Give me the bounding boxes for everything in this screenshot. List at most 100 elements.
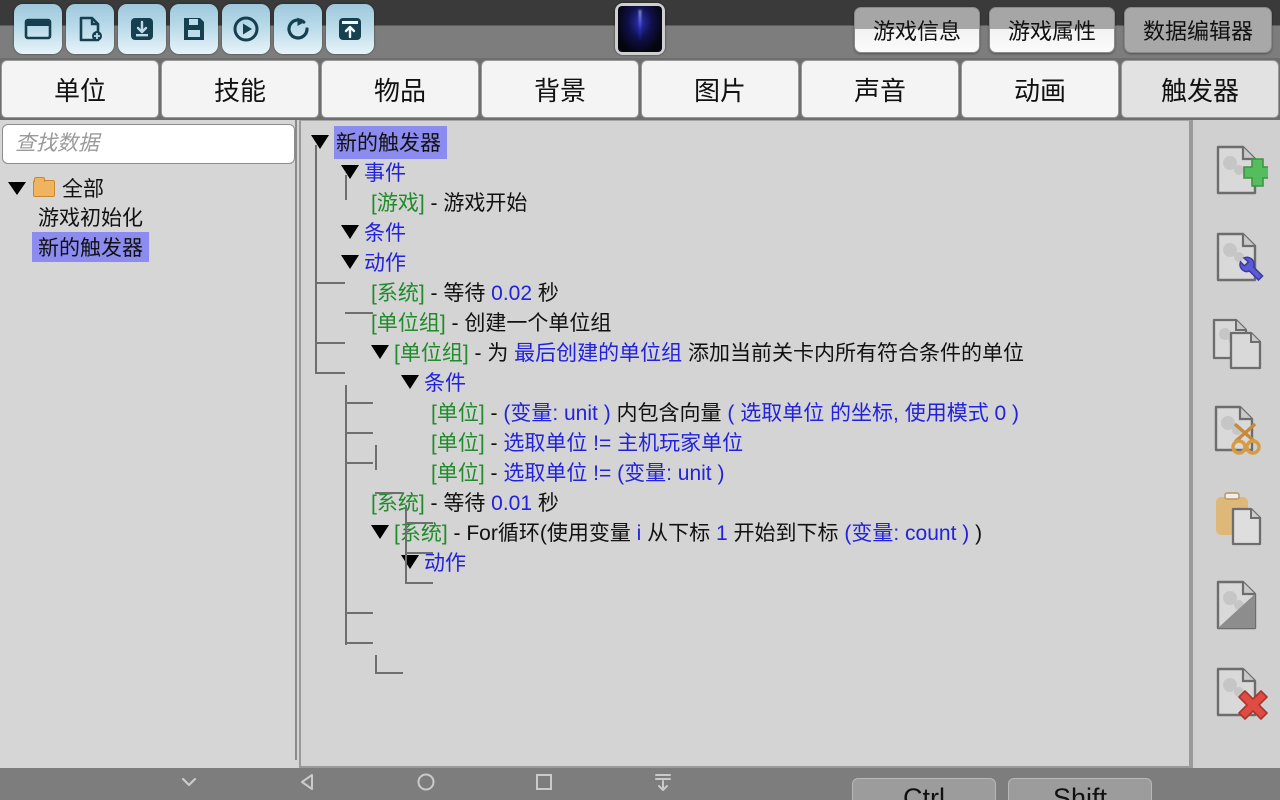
- delete-trigger-icon[interactable]: [1202, 656, 1272, 728]
- tree-segment: 1: [716, 522, 728, 545]
- tree-connector: [405, 505, 407, 584]
- tree-segment: (变量: unit ): [503, 402, 611, 425]
- export-icon[interactable]: [326, 4, 374, 54]
- import-icon[interactable]: [118, 4, 166, 54]
- paste-trigger-icon[interactable]: [1202, 482, 1272, 554]
- tree-segment: 0.01: [491, 492, 533, 515]
- tree-row[interactable]: [系统] - 等待 0.01 秒: [307, 487, 1189, 517]
- tree-segment: [系统]: [394, 522, 448, 545]
- game-info-button[interactable]: 游戏信息: [853, 7, 980, 53]
- trigger-actions-rail: [1191, 120, 1280, 768]
- ctrl-key[interactable]: Ctrl: [852, 778, 996, 800]
- tree-segment: -: [484, 462, 504, 485]
- home-icon[interactable]: [415, 771, 437, 798]
- trigger-list-root-label: 全部: [62, 178, 104, 201]
- tree-connector: [315, 145, 317, 374]
- game-thumbnail[interactable]: [615, 3, 665, 55]
- game-properties-button[interactable]: 游戏属性: [988, 7, 1115, 53]
- tree-row[interactable]: 动作: [307, 247, 1189, 277]
- tree-row[interactable]: [单位组] - 为 最后创建的单位组 添加当前关卡内所有符合条件的单位: [307, 337, 1189, 367]
- tree-segment: 条件: [424, 372, 466, 395]
- new-trigger-icon[interactable]: [1202, 134, 1272, 206]
- tree-row-label: [单位] - 选取单位 != (变量: unit ): [431, 457, 724, 487]
- chevron-down-icon[interactable]: [341, 165, 359, 179]
- tree-row[interactable]: [系统] - For循环(使用变量 i 从下标 1 开始到下标 (变量: cou…: [307, 517, 1189, 547]
- tree-segment: 秒: [532, 282, 559, 305]
- duplicate-trigger-icon[interactable]: [1202, 308, 1272, 380]
- tree-connector: [345, 402, 373, 404]
- collapse-keyboard-icon[interactable]: [178, 771, 200, 798]
- tree-row-label: [单位] - 选取单位 != 主机玩家单位: [431, 427, 743, 457]
- tree-connector: [375, 445, 377, 470]
- cut-trigger-icon[interactable]: [1202, 395, 1272, 467]
- disable-trigger-icon[interactable]: [1202, 569, 1272, 641]
- tree-row-label: [单位] - (变量: unit ) 内包含向量 ( 选取单位 的坐标, 使用模…: [431, 397, 1019, 427]
- tree-row[interactable]: 新的触发器: [307, 125, 1189, 159]
- tab-images[interactable]: 图片: [641, 60, 799, 118]
- list-item-new-trigger[interactable]: 新的触发器: [32, 232, 149, 262]
- tree-connector: [315, 372, 345, 374]
- new-document-icon[interactable]: [66, 4, 114, 54]
- tab-animations[interactable]: 动画: [961, 60, 1119, 118]
- tree-segment: 最后创建的单位组: [514, 342, 683, 365]
- chevron-down-icon[interactable]: [371, 345, 389, 359]
- tree-row[interactable]: 动作: [307, 547, 1189, 577]
- open-project-icon[interactable]: [14, 4, 62, 54]
- tree-row[interactable]: 事件: [307, 157, 1189, 187]
- shift-key[interactable]: Shift: [1008, 778, 1152, 800]
- tree-connector: [345, 312, 373, 314]
- tab-triggers[interactable]: 触发器: [1121, 60, 1279, 118]
- tree-row[interactable]: [单位] - (变量: unit ) 内包含向量 ( 选取单位 的坐标, 使用模…: [307, 397, 1189, 427]
- tree-connector: [345, 385, 347, 645]
- tree-segment: [单位组]: [394, 342, 469, 365]
- search-input[interactable]: [15, 132, 282, 156]
- folder-icon: [33, 176, 55, 197]
- tree-row[interactable]: [单位] - 选取单位 != 主机玩家单位: [307, 427, 1189, 457]
- tree-connector: [345, 175, 347, 200]
- chevron-down-icon[interactable]: [371, 525, 389, 539]
- recents-icon[interactable]: [533, 771, 555, 798]
- refresh-icon[interactable]: [274, 4, 322, 54]
- tree-row-label: 条件: [364, 217, 406, 247]
- trigger-tree-panel[interactable]: 新的触发器 事件 [游戏] - 游戏开始 条件 动作 [系统] - 等待 0.02 秒 [单…: [299, 120, 1191, 768]
- hide-keyboard-icon[interactable]: [652, 771, 674, 798]
- chevron-down-icon[interactable]: [401, 555, 419, 569]
- category-tab-bar: 单位 技能 物品 背景 图片 声音 动画 触发器: [0, 58, 1280, 120]
- list-item-game-init[interactable]: 游戏初始化: [32, 202, 149, 232]
- tree-segment: 新的触发器: [336, 131, 441, 155]
- save-icon[interactable]: [170, 4, 218, 54]
- trigger-list-root[interactable]: 全部: [8, 174, 293, 202]
- chevron-down-icon[interactable]: [8, 181, 26, 195]
- tab-background[interactable]: 背景: [481, 60, 639, 118]
- tab-skills[interactable]: 技能: [161, 60, 319, 118]
- tab-units[interactable]: 单位: [1, 60, 159, 118]
- tree-row-label: 动作: [364, 247, 406, 277]
- tree-segment: -: [484, 432, 504, 455]
- search-box[interactable]: [2, 124, 295, 164]
- run-icon[interactable]: [222, 4, 270, 54]
- tree-row[interactable]: [单位] - 选取单位 != (变量: unit ): [307, 457, 1189, 487]
- tree-row[interactable]: 条件: [307, 367, 1189, 397]
- tab-items[interactable]: 物品: [321, 60, 479, 118]
- tree-row[interactable]: [系统] - 等待 0.02 秒: [307, 277, 1189, 307]
- tab-sounds[interactable]: 声音: [801, 60, 959, 118]
- tree-row-label: [系统] - 等待 0.02 秒: [371, 277, 559, 307]
- chevron-down-icon[interactable]: [341, 225, 359, 239]
- tree-segment: 动作: [424, 552, 466, 575]
- chevron-down-icon[interactable]: [311, 135, 329, 149]
- tree-segment: [单位]: [431, 402, 485, 425]
- tree-row[interactable]: [单位组] - 创建一个单位组: [307, 307, 1189, 337]
- back-icon[interactable]: [297, 771, 319, 798]
- panel-bottom-filler: [0, 760, 297, 768]
- edit-trigger-icon[interactable]: [1202, 221, 1272, 293]
- data-editor-button[interactable]: 数据编辑器: [1123, 7, 1272, 53]
- tree-segment: 从下标: [641, 522, 717, 545]
- tree-connector: [315, 342, 345, 344]
- modifier-key-group: Ctrl Shift: [852, 778, 1152, 800]
- game-thumbnail-image: [618, 6, 662, 52]
- tree-row-label: [单位组] - 创建一个单位组: [371, 307, 611, 337]
- tree-row[interactable]: [游戏] - 游戏开始: [307, 187, 1189, 217]
- tree-row[interactable]: 条件: [307, 217, 1189, 247]
- chevron-down-icon[interactable]: [341, 255, 359, 269]
- chevron-down-icon[interactable]: [401, 375, 419, 389]
